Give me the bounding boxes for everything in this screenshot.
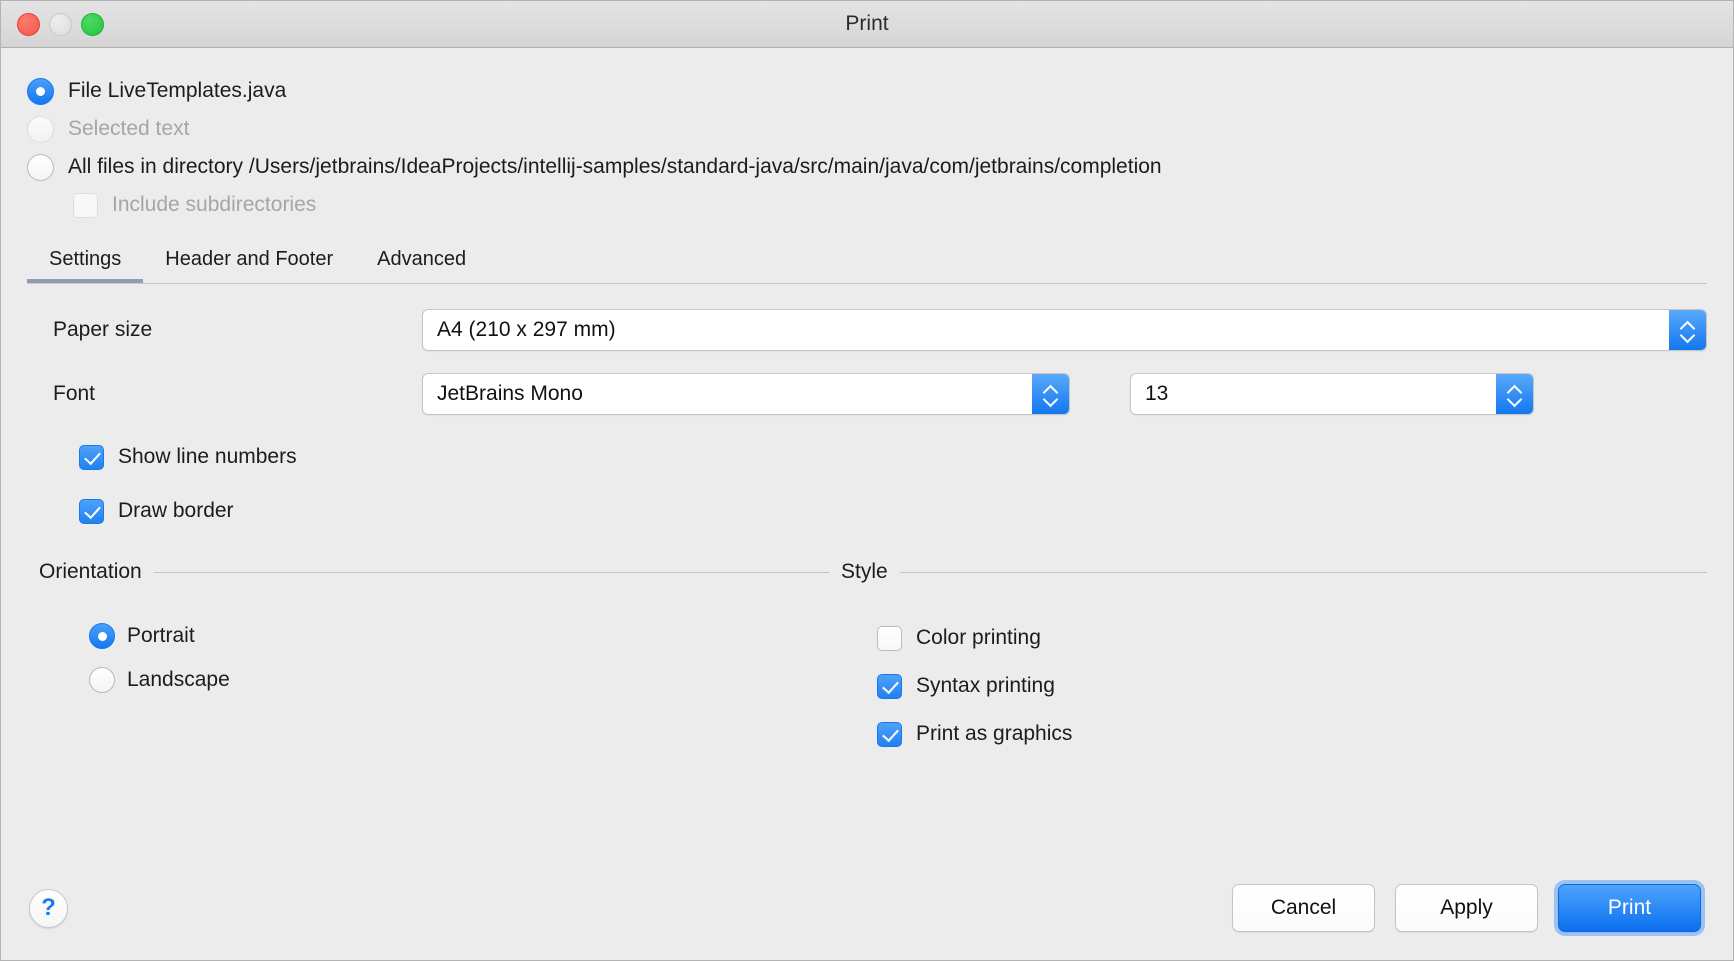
radio-option-selected-text: Selected text <box>27 110 1707 148</box>
checkbox-show-line-numbers[interactable]: Show line numbers <box>27 430 1707 484</box>
radio-selected-text-icon <box>27 115 54 143</box>
checkbox-syntax-printing[interactable]: Syntax printing <box>817 662 1707 710</box>
radio-file-label: File LiveTemplates.java <box>68 79 287 102</box>
tab-bar-divider <box>27 283 1707 284</box>
color-printing-checkbox-icon[interactable] <box>877 625 902 651</box>
font-label: Font <box>53 382 96 405</box>
radio-option-file[interactable]: File LiveTemplates.java <box>27 72 1707 110</box>
paper-size-label: Paper size <box>53 318 153 341</box>
print-as-graphics-label: Print as graphics <box>916 722 1073 745</box>
radio-selected-text-label: Selected text <box>68 117 190 140</box>
style-options: Color printing Syntax printing Print as … <box>817 584 1707 758</box>
radio-option-landscape[interactable]: Landscape <box>27 658 817 702</box>
font-family-stepper-icon[interactable] <box>1032 374 1069 414</box>
radio-file-icon[interactable] <box>27 77 54 105</box>
print-button[interactable]: Print <box>1558 884 1701 932</box>
window-title: Print <box>845 12 889 35</box>
print-dialog-window: Print File LiveTemplates.java Selected t… <box>0 0 1734 961</box>
orientation-title: Orientation <box>39 560 142 583</box>
tab-bar: Settings Header and Footer Advanced <box>27 242 1707 283</box>
draw-border-checkbox-icon[interactable] <box>79 498 104 524</box>
radio-option-portrait[interactable]: Portrait <box>27 614 817 658</box>
radio-all-files-icon[interactable] <box>27 153 54 181</box>
checkbox-include-subdirectories: Include subdirectories <box>27 186 1707 224</box>
font-family-select[interactable]: JetBrains Mono <box>422 373 1070 415</box>
checkbox-draw-border[interactable]: Draw border <box>27 484 1707 538</box>
portrait-label: Portrait <box>127 624 195 647</box>
paper-size-row: Paper size A4 (210 x 297 mm) <box>27 302 1707 358</box>
show-line-numbers-checkbox-icon[interactable] <box>79 444 104 470</box>
dialog-footer: ? Cancel Apply Print <box>1 856 1733 960</box>
style-divider-left <box>817 571 829 573</box>
checkbox-color-printing[interactable]: Color printing <box>817 614 1707 662</box>
syntax-printing-checkbox-icon[interactable] <box>877 673 902 699</box>
traffic-lights <box>17 12 104 36</box>
orientation-options: Portrait Landscape <box>27 584 817 702</box>
font-size-select[interactable]: 13 <box>1130 373 1534 415</box>
orientation-divider <box>153 571 817 573</box>
draw-border-label: Draw border <box>118 499 234 522</box>
font-size-stepper-icon[interactable] <box>1496 374 1533 414</box>
radio-all-files-label: All files in directory /Users/jetbrains/… <box>68 155 1162 178</box>
close-window-icon[interactable] <box>17 12 40 36</box>
font-size-value: 13 <box>1145 382 1169 405</box>
print-scope-group: File LiveTemplates.java Selected text Al… <box>27 48 1707 224</box>
tab-advanced[interactable]: Advanced <box>355 242 488 283</box>
paper-size-value: A4 (210 x 297 mm) <box>437 318 616 341</box>
include-subdirectories-checkbox-icon <box>73 192 98 218</box>
chevron-down-icon <box>1044 396 1057 403</box>
style-divider-right <box>899 571 1707 573</box>
paper-size-stepper-icon[interactable] <box>1669 310 1706 350</box>
chevron-down-icon <box>1681 332 1694 339</box>
maximize-window-icon[interactable] <box>81 12 104 36</box>
tab-header-and-footer[interactable]: Header and Footer <box>143 242 355 283</box>
title-bar: Print <box>1 1 1733 48</box>
paper-size-select[interactable]: A4 (210 x 297 mm) <box>422 309 1707 351</box>
include-subdirectories-label: Include subdirectories <box>112 193 317 216</box>
landscape-label: Landscape <box>127 668 230 691</box>
syntax-printing-label: Syntax printing <box>916 674 1055 697</box>
radio-option-all-files-in-directory[interactable]: All files in directory /Users/jetbrains/… <box>27 148 1707 186</box>
apply-button[interactable]: Apply <box>1395 884 1538 932</box>
checkbox-print-as-graphics[interactable]: Print as graphics <box>817 710 1707 758</box>
print-as-graphics-checkbox-icon[interactable] <box>877 721 902 747</box>
font-family-value: JetBrains Mono <box>437 382 583 405</box>
settings-form: Paper size A4 (210 x 297 mm) Font JetBra… <box>27 286 1707 538</box>
style-section: Style Color printing Syntax printing Pri… <box>817 560 1707 758</box>
style-title: Style <box>841 560 888 583</box>
sections-container: Orientation Portrait Landscape Style Col… <box>27 560 1707 758</box>
chevron-down-icon <box>1508 396 1521 403</box>
orientation-section-header: Orientation <box>27 560 817 584</box>
style-section-header: Style <box>817 560 1707 584</box>
minimize-window-icon[interactable] <box>49 12 72 36</box>
radio-portrait-icon[interactable] <box>89 623 115 649</box>
cancel-button[interactable]: Cancel <box>1232 884 1375 932</box>
radio-landscape-icon[interactable] <box>89 667 115 693</box>
show-line-numbers-label: Show line numbers <box>118 445 297 468</box>
font-row: Font JetBrains Mono 13 <box>27 366 1707 422</box>
help-button[interactable]: ? <box>29 888 68 928</box>
color-printing-label: Color printing <box>916 626 1041 649</box>
dialog-content: File LiveTemplates.java Selected text Al… <box>1 48 1733 960</box>
orientation-section: Orientation Portrait Landscape <box>27 560 817 758</box>
tab-settings[interactable]: Settings <box>27 242 144 283</box>
